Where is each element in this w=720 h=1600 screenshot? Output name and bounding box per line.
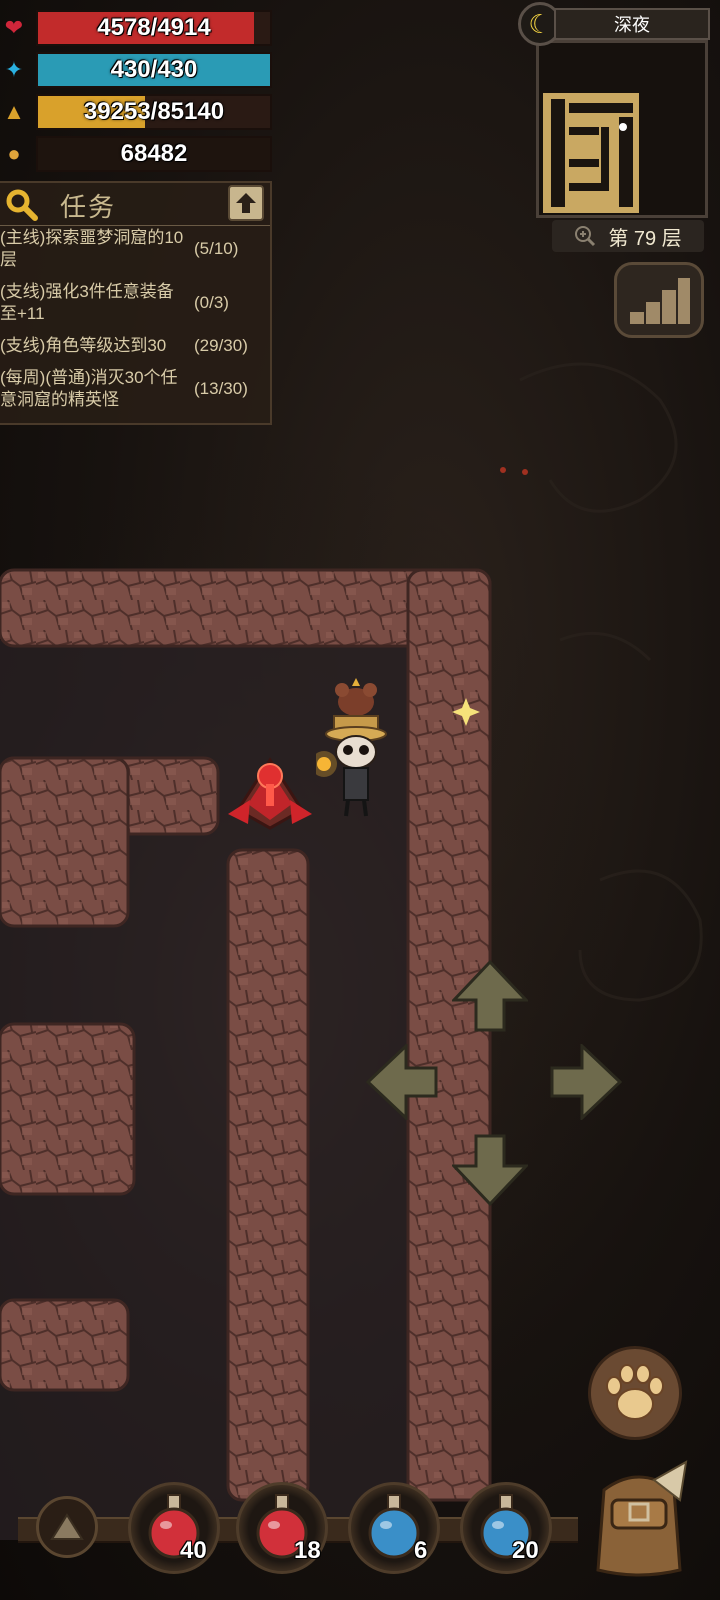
time-of-day: 深夜 xyxy=(554,8,710,40)
quest-title: 任务 xyxy=(60,192,117,222)
quest-text: (支线)角色等级达到30 xyxy=(0,336,167,355)
paw-icon xyxy=(606,1364,664,1420)
mana-spark-icon: ✦ xyxy=(4,57,24,82)
level-triangle-icon: ▲ xyxy=(3,99,25,124)
gold-pile-icon: ● xyxy=(7,141,21,166)
quest-progress: (29/30) xyxy=(194,336,248,355)
red-crystal-altar[interactable] xyxy=(228,740,312,830)
quest-progress: (5/10) xyxy=(194,239,239,258)
dpad-right-button[interactable] xyxy=(546,1044,622,1120)
quest-item[interactable]: (支线)强化3件任意装备至+11 (0/3) xyxy=(0,281,270,327)
heart-icon: ❤ xyxy=(4,15,24,40)
dpad-left-button[interactable] xyxy=(366,1044,442,1120)
quest-item[interactable]: (主线)探索噩梦洞窟的10层 (5/10) xyxy=(0,227,270,273)
xp-text: 39253/85140 xyxy=(83,98,225,125)
floor-label: 第 79 层 xyxy=(608,227,682,250)
potion-count: 20 xyxy=(512,1537,539,1564)
player-character xyxy=(316,678,387,817)
xp-bar: 39253/85140 xyxy=(36,94,272,130)
minimap[interactable] xyxy=(536,40,708,218)
potion-count: 6 xyxy=(414,1537,428,1564)
hp-text: 4578/4914 xyxy=(97,14,211,41)
arrow-right-icon xyxy=(550,1044,622,1120)
arrow-up-icon xyxy=(236,193,256,213)
backpack-button[interactable] xyxy=(584,1460,694,1580)
floor-indicator[interactable]: 第 79 层 xyxy=(552,220,704,252)
arrow-left-icon xyxy=(366,1044,438,1120)
quest-item[interactable]: (每周)(普通)消灭30个任意洞窟的精英怪 (13/30) xyxy=(0,367,270,413)
gold-text: 68482 xyxy=(120,140,188,167)
quest-progress: (0/3) xyxy=(194,293,229,312)
stairs-button[interactable] xyxy=(614,262,704,338)
hp-bar: 4578/4914 xyxy=(36,10,272,46)
minimap-drawing xyxy=(543,93,639,213)
quest-item[interactable]: (支线)角色等级达到30 (29/30) xyxy=(0,335,270,359)
quest-panel: 任务 (主线)探索噩梦洞窟的10层 (5/10) (支线)强化3件任意装备至+1… xyxy=(0,181,272,425)
expand-quickbar-button[interactable] xyxy=(36,1496,98,1558)
collapse-quest-button[interactable] xyxy=(228,185,264,221)
dpad-up-button[interactable] xyxy=(452,960,528,1036)
mp-bar: 430/430 xyxy=(36,52,272,88)
zoom-icon[interactable] xyxy=(574,225,596,247)
quest-text: (支线)强化3件任意装备至+11 xyxy=(0,282,174,323)
pet-action-button[interactable] xyxy=(588,1346,682,1440)
triangle-up-icon xyxy=(50,1513,84,1540)
arrow-up-icon xyxy=(452,960,528,1032)
arrow-down-icon xyxy=(452,1134,528,1206)
gold-bar: 68482 xyxy=(36,136,272,172)
stairs-icon xyxy=(630,278,690,324)
potion-count: 40 xyxy=(180,1537,207,1564)
magnifier-icon[interactable] xyxy=(4,187,38,221)
potion-count: 18 xyxy=(294,1537,321,1564)
mp-text: 430/430 xyxy=(110,56,198,83)
backpack-icon xyxy=(596,1460,688,1577)
dpad-down-button[interactable] xyxy=(452,1130,528,1206)
quest-text: (每周)(普通)消灭30个任意洞窟的精英怪 xyxy=(0,368,178,409)
quest-header: 任务 xyxy=(0,183,270,226)
quest-progress: (13/30) xyxy=(194,379,248,398)
quest-text: (主线)探索噩梦洞窟的10层 xyxy=(0,228,184,269)
